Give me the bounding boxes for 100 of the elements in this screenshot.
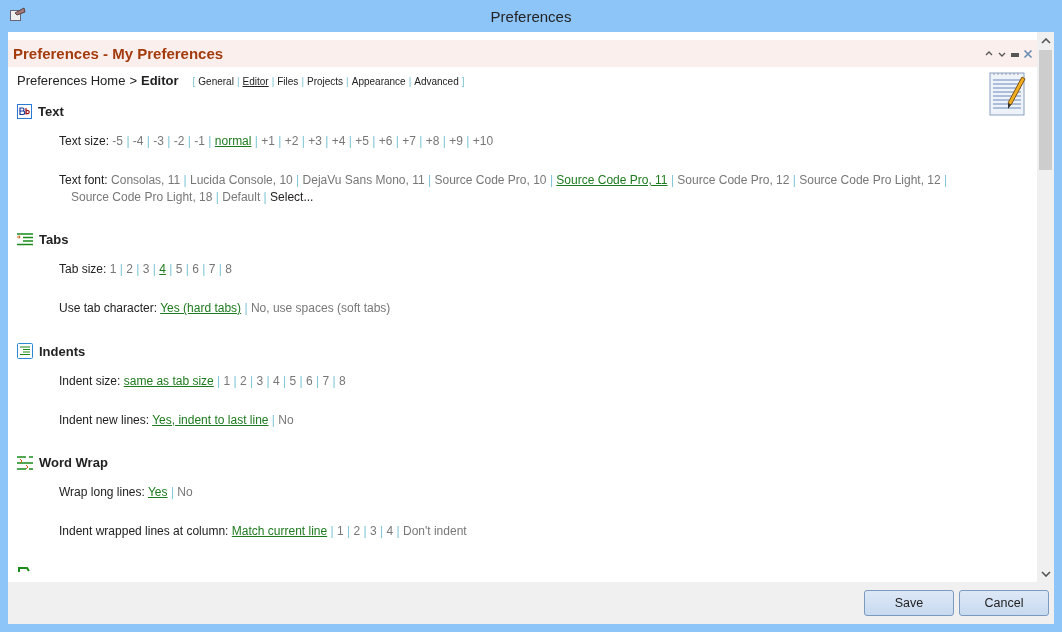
divider-glyph: |: [408, 76, 412, 87]
divider-glyph: |: [263, 190, 267, 204]
option-link[interactable]: No: [278, 413, 294, 427]
divider-glyph: |: [395, 134, 399, 148]
option-link[interactable]: Yes (hard tabs): [160, 301, 242, 315]
divider-glyph: |: [330, 524, 334, 538]
divider-glyph: |: [208, 134, 212, 148]
option-link[interactable]: +6: [378, 134, 393, 148]
divider-glyph: |: [236, 76, 240, 87]
option-link[interactable]: 4: [273, 374, 280, 388]
nav-link[interactable]: Projects: [307, 76, 344, 87]
option-link[interactable]: No, use spaces (soft tabs): [250, 301, 391, 315]
nav-link[interactable]: Editor: [242, 76, 269, 87]
option-link[interactable]: Yes, indent to last line: [152, 413, 269, 427]
divider-glyph: |: [299, 374, 303, 388]
option-link[interactable]: 6: [192, 262, 199, 276]
option-link[interactable]: 8: [339, 374, 346, 388]
divider-glyph: |: [146, 134, 150, 148]
option-link[interactable]: Match current line: [231, 524, 328, 538]
option-link[interactable]: -3: [153, 134, 164, 148]
option-link[interactable]: No: [177, 485, 193, 499]
option-link[interactable]: Source Code Pro, 11: [556, 173, 668, 187]
scrollbar-thumb[interactable]: [1039, 50, 1052, 170]
option-link[interactable]: normal: [214, 134, 252, 148]
option-link[interactable]: Consolas, 11: [111, 173, 181, 187]
section-title: Tabs: [39, 232, 69, 247]
option-link[interactable]: DejaVu Sans Mono, 11: [302, 173, 425, 187]
option-link[interactable]: 7: [208, 262, 216, 276]
option-link[interactable]: Don't indent: [402, 524, 467, 538]
divider-glyph: |: [442, 134, 446, 148]
option-link[interactable]: Select...: [270, 190, 314, 204]
section-title: Word Wrap: [39, 455, 108, 470]
option-link[interactable]: 3: [369, 524, 377, 538]
option-link[interactable]: +7: [402, 134, 416, 148]
option-link[interactable]: +4: [331, 134, 346, 148]
option-link[interactable]: +3: [308, 134, 322, 148]
option-link[interactable]: +2: [284, 134, 299, 148]
option-link[interactable]: 3: [256, 374, 264, 388]
breadcrumb-current: Editor: [141, 73, 179, 88]
option-link[interactable]: 6: [306, 374, 313, 388]
nav-link[interactable]: General: [198, 76, 234, 87]
option-link[interactable]: +8: [425, 134, 440, 148]
divider-glyph: |: [218, 262, 222, 276]
option-link[interactable]: 5: [175, 262, 183, 276]
option-link[interactable]: +1: [261, 134, 275, 148]
setting-label: Text size:: [59, 134, 109, 148]
close-icon[interactable]: [1023, 48, 1033, 59]
wrap-lines-icon: [17, 455, 33, 470]
divider-glyph: |: [332, 374, 336, 388]
nav-link[interactable]: Advanced: [414, 76, 459, 87]
option-link[interactable]: 3: [142, 262, 150, 276]
option-link[interactable]: Source Code Pro, 10: [434, 173, 547, 187]
panel-title: Preferences - My Preferences: [13, 45, 224, 62]
divider-glyph: |: [283, 374, 287, 388]
option-link[interactable]: 2: [353, 524, 361, 538]
option-link[interactable]: 1: [223, 374, 231, 388]
option-link[interactable]: 4: [386, 524, 394, 538]
option-link[interactable]: 1: [336, 524, 344, 538]
option-link[interactable]: -2: [173, 134, 185, 148]
breadcrumb-separator: >: [129, 73, 137, 88]
option-link[interactable]: -5: [112, 134, 124, 148]
option-link[interactable]: Source Code Pro Light, 12: [799, 173, 941, 187]
option-link[interactable]: same as tab size: [123, 374, 214, 388]
option-link[interactable]: Yes: [147, 485, 168, 499]
nav-link[interactable]: Files: [277, 76, 299, 87]
option-link[interactable]: 8: [225, 262, 232, 276]
option-link[interactable]: +5: [355, 134, 369, 148]
option-link[interactable]: +9: [449, 134, 463, 148]
divider-glyph: |: [170, 485, 174, 499]
option-link[interactable]: -1: [194, 134, 205, 148]
option-link[interactable]: 1: [109, 262, 117, 276]
option-link[interactable]: 5: [289, 374, 297, 388]
option-link[interactable]: Source Code Pro Light, 18: [71, 190, 213, 204]
divider-glyph: |: [346, 76, 349, 87]
divider-glyph: |: [316, 374, 320, 388]
divider-glyph: |: [244, 301, 248, 315]
divider-glyph: |: [301, 134, 305, 148]
option-link[interactable]: Default: [222, 190, 261, 204]
setting-label: Tab size:: [59, 262, 107, 276]
dialog-button[interactable]: Save: [864, 590, 954, 616]
notepad-pencil-icon: [989, 70, 1027, 116]
divider-glyph: |: [271, 76, 275, 87]
option-link[interactable]: Source Code Pro, 12: [677, 173, 790, 187]
option-link[interactable]: 7: [322, 374, 330, 388]
section-title: Indents: [39, 343, 86, 359]
option-link[interactable]: Lucida Console, 10: [190, 173, 293, 187]
setting-label: Wrap long lines:: [59, 485, 145, 499]
breadcrumb-home-link[interactable]: Preferences Home: [17, 73, 126, 88]
option-link[interactable]: 2: [240, 374, 247, 388]
divider-glyph: |: [549, 173, 553, 187]
setting-label: Use tab character:: [59, 301, 158, 315]
option-link[interactable]: +10: [472, 134, 494, 148]
option-link[interactable]: -4: [132, 134, 144, 148]
divider-glyph: |: [466, 134, 470, 148]
bracket-glyph: ]: [461, 76, 465, 87]
dialog-button[interactable]: Cancel: [959, 590, 1049, 616]
divider-glyph: |: [185, 262, 189, 276]
option-link[interactable]: 4: [159, 262, 166, 276]
option-link[interactable]: 2: [126, 262, 133, 276]
nav-link[interactable]: Appearance: [351, 76, 406, 87]
